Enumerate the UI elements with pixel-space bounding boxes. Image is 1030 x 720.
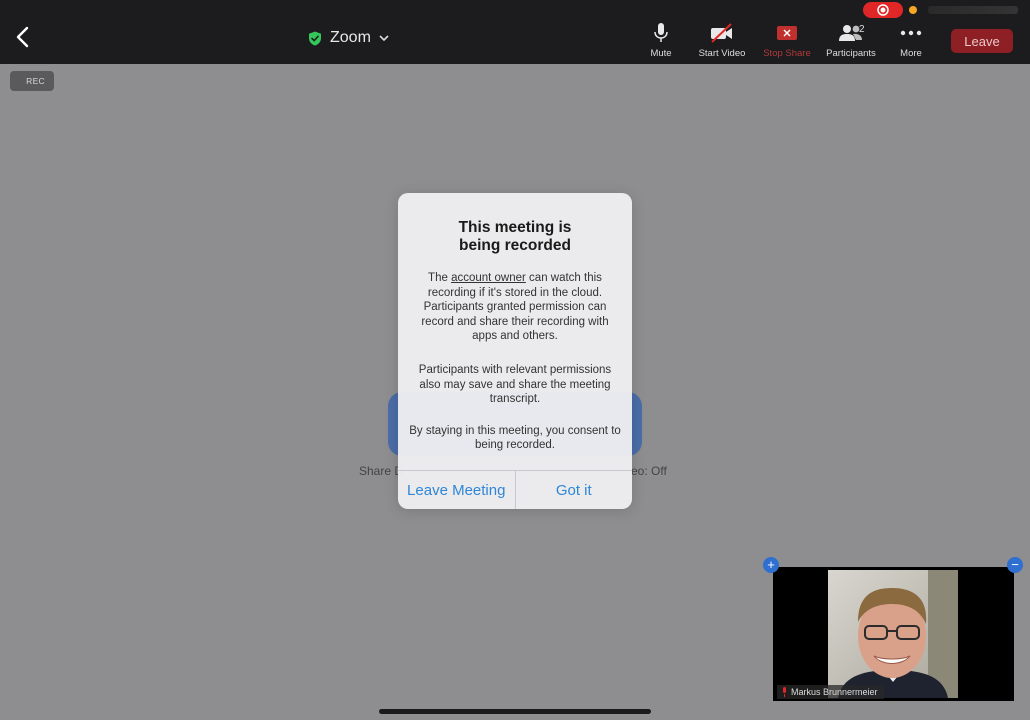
screen-recording-indicator[interactable] [863,2,903,18]
participant-video [828,570,958,698]
status-bar-icons [928,6,1018,14]
got-it-button[interactable]: Got it [516,471,633,509]
more-button[interactable]: More [875,22,947,62]
participant-name-label: Markus Brunnermeier [777,685,884,699]
dialog-paragraph-3: By staying in this meeting, you consent … [409,424,621,452]
meeting-title-dropdown[interactable]: Zoom [308,26,389,50]
participant-name: Markus Brunnermeier [791,687,878,697]
dialog-paragraph-1: The account owner can watch this recordi… [398,271,632,344]
leave-meeting-button[interactable]: Leave Meeting [398,471,516,509]
participants-count: 2 [859,24,865,35]
minimize-video-button[interactable]: − [1007,557,1023,573]
more-icon [900,30,922,36]
dialog-p1-before: The [428,272,452,284]
dialog-paragraph-2: Participants with relevant permissions a… [418,363,612,406]
account-owner-link[interactable]: account owner [451,272,526,284]
dialog-button-row: Leave Meeting Got it [398,470,632,509]
recording-badge-label: REC [26,76,45,86]
start-video-button[interactable]: Start Video [686,22,758,62]
stop-share-label: Stop Share [763,48,811,59]
record-icon [877,4,889,16]
home-indicator[interactable] [379,709,651,714]
meeting-title: Zoom [330,29,371,46]
self-video-tile[interactable]: Markus Brunnermeier [773,567,1014,701]
stop-share-icon [777,26,797,40]
expand-video-button[interactable]: + [763,557,779,573]
start-video-label: Start Video [698,48,746,59]
minus-icon: − [1011,557,1019,572]
more-label: More [900,48,922,59]
recording-badge[interactable]: REC [10,71,54,91]
chevron-down-icon [379,35,389,42]
video-off-icon [711,23,732,43]
share-label: Share D [359,464,404,478]
microphone-icon [654,23,668,42]
back-button[interactable] [8,22,36,52]
dialog-title: This meeting is being recorded [458,219,572,254]
mic-muted-icon [783,687,786,697]
chevron-left-icon [16,26,29,48]
shield-check-icon [309,31,321,45]
mic-in-use-dot [909,6,917,14]
leave-button[interactable]: Leave [951,29,1013,53]
stop-share-button[interactable]: Stop Share [751,22,823,62]
recording-consent-dialog: This meeting is being recorded The accou… [398,193,632,509]
top-toolbar: Zoom Mute Start Video Stop Share 2 Parti… [0,0,1030,64]
plus-icon: + [767,557,775,572]
video-status-label: eo: Off [631,464,667,478]
